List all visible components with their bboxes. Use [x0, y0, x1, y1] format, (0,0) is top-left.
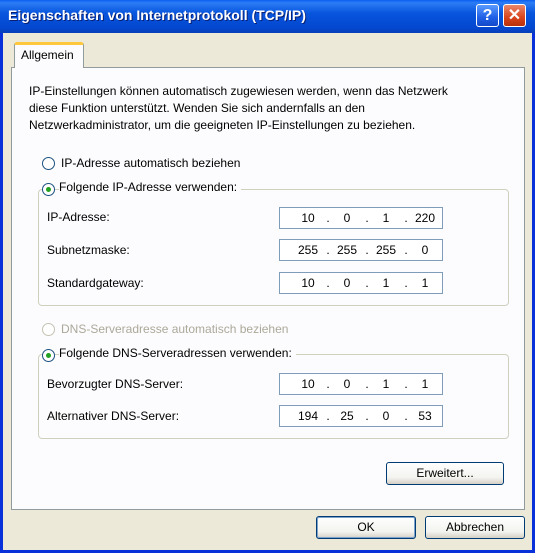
- alternate-dns-label: Alternativer DNS-Server:: [47, 409, 180, 423]
- ip-octet[interactable]: 10: [294, 377, 322, 391]
- ok-button[interactable]: OK: [316, 516, 416, 539]
- ip-octet[interactable]: 0: [372, 409, 400, 423]
- octet-separator: .: [404, 377, 408, 391]
- ip-octet[interactable]: 53: [411, 409, 439, 423]
- dns-manual-label[interactable]: Folgende DNS-Serveradressen verwenden:: [59, 346, 296, 360]
- ip-auto-radio[interactable]: [42, 157, 55, 170]
- default-gateway-label: Standardgateway:: [47, 276, 144, 290]
- ip-manual-label[interactable]: Folgende IP-Adresse verwenden:: [59, 180, 242, 194]
- octet-separator: .: [404, 243, 408, 257]
- octet-separator: .: [404, 276, 408, 290]
- octet-separator: .: [326, 243, 330, 257]
- ip-address-field[interactable]: 10. 0. 1. 220: [279, 207, 443, 229]
- title-bar[interactable]: Eigenschaften von Internetprotokoll (TCP…: [0, 0, 535, 33]
- close-button[interactable]: ✕: [503, 4, 526, 27]
- subnet-mask-field[interactable]: 255. 255. 255. 0: [279, 239, 443, 261]
- ip-octet[interactable]: 1: [411, 276, 439, 290]
- ip-manual-radio[interactable]: [42, 183, 55, 196]
- advanced-button[interactable]: Erweitert...: [386, 462, 504, 485]
- preferred-dns-label: Bevorzugter DNS-Server:: [47, 377, 184, 391]
- subnet-mask-label: Subnetzmaske:: [47, 243, 130, 257]
- ip-octet[interactable]: 220: [411, 211, 439, 225]
- octet-separator: .: [326, 377, 330, 391]
- octet-separator: .: [326, 409, 330, 423]
- octet-separator: .: [365, 276, 369, 290]
- octet-separator: .: [326, 211, 330, 225]
- window-title: Eigenschaften von Internetprotokoll (TCP…: [8, 7, 306, 23]
- ip-octet[interactable]: 10: [294, 276, 322, 290]
- ip-octet[interactable]: 1: [411, 377, 439, 391]
- octet-separator: .: [404, 211, 408, 225]
- dialog-window: Eigenschaften von Internetprotokoll (TCP…: [0, 0, 535, 553]
- ip-octet[interactable]: 25: [333, 409, 361, 423]
- intro-text: IP-Einstellungen können automatisch zuge…: [29, 84, 448, 132]
- dns-auto-radio[interactable]: [42, 323, 55, 336]
- octet-separator: .: [365, 377, 369, 391]
- ip-octet[interactable]: 255: [294, 243, 322, 257]
- ip-octet[interactable]: 0: [333, 276, 361, 290]
- octet-separator: .: [404, 409, 408, 423]
- cancel-button[interactable]: Abbrechen: [425, 516, 525, 539]
- octet-separator: .: [365, 211, 369, 225]
- ip-octet[interactable]: 1: [372, 211, 400, 225]
- tab-allgemein[interactable]: Allgemein: [14, 42, 84, 68]
- tab-panel-general: IP-Einstellungen können automatisch zuge…: [11, 67, 525, 510]
- octet-separator: .: [326, 276, 330, 290]
- dns-auto-label[interactable]: DNS-Serveradresse automatisch beziehen: [61, 322, 288, 336]
- octet-separator: .: [365, 243, 369, 257]
- ip-octet[interactable]: 0: [411, 243, 439, 257]
- ip-octet[interactable]: 194: [294, 409, 322, 423]
- dns-manual-radio[interactable]: [42, 349, 55, 362]
- help-button[interactable]: ?: [476, 4, 499, 27]
- octet-separator: .: [365, 409, 369, 423]
- alternate-dns-field[interactable]: 194. 25. 0. 53: [279, 405, 443, 427]
- default-gateway-field[interactable]: 10. 0. 1. 1: [279, 272, 443, 294]
- ip-octet[interactable]: 1: [372, 377, 400, 391]
- ip-octet[interactable]: 0: [333, 377, 361, 391]
- ip-auto-label[interactable]: IP-Adresse automatisch beziehen: [61, 156, 240, 170]
- tab-label: Allgemein: [21, 48, 74, 62]
- ip-octet[interactable]: 10: [294, 211, 322, 225]
- ip-octet[interactable]: 0: [333, 211, 361, 225]
- ip-octet[interactable]: 255: [372, 243, 400, 257]
- preferred-dns-field[interactable]: 10. 0. 1. 1: [279, 373, 443, 395]
- ip-address-label: IP-Adresse:: [47, 210, 110, 224]
- ip-octet[interactable]: 255: [333, 243, 361, 257]
- dialog-client: Allgemein IP-Einstellungen können automa…: [3, 33, 532, 550]
- ip-octet[interactable]: 1: [372, 276, 400, 290]
